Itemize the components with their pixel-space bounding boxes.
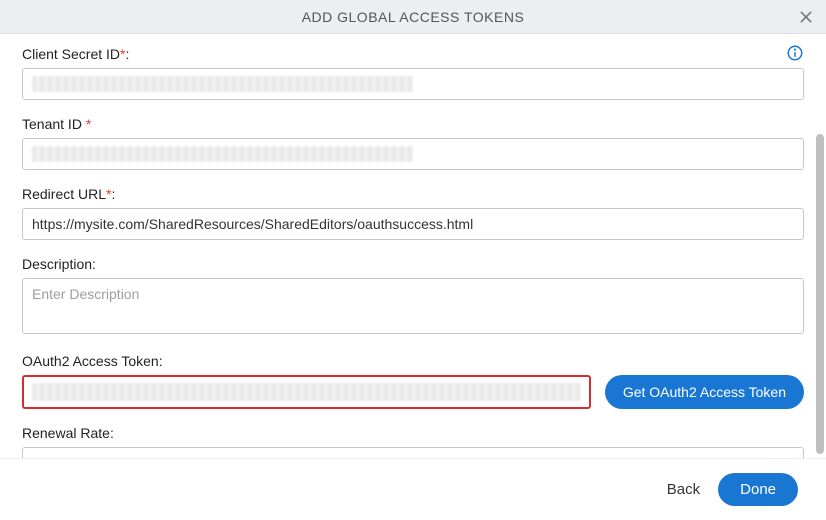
required-marker: * — [120, 46, 125, 62]
add-global-access-tokens-dialog: ADD GLOBAL ACCESS TOKENS Client Secret I… — [0, 0, 826, 520]
description-input[interactable] — [22, 278, 804, 334]
required-marker: * — [86, 116, 91, 132]
scrollbar[interactable] — [816, 134, 824, 454]
redirect-url-input[interactable] — [22, 208, 804, 240]
redacted-overlay — [32, 383, 581, 401]
field-renewal-rate: Renewal Rate: Every hour — [22, 425, 804, 458]
field-description: Description: — [22, 256, 804, 337]
get-oauth2-token-button[interactable]: Get OAuth2 Access Token — [605, 375, 804, 409]
dialog-body: Client Secret ID*: Tenant ID * Redirect … — [0, 34, 826, 458]
client-secret-label: Client Secret ID*: — [22, 46, 804, 62]
dialog-title: ADD GLOBAL ACCESS TOKENS — [0, 9, 826, 25]
renewal-rate-select[interactable]: Every hour — [22, 447, 804, 458]
oauth-token-label: OAuth2 Access Token: — [22, 353, 804, 369]
dialog-body-wrap: Client Secret ID*: Tenant ID * Redirect … — [0, 34, 826, 458]
dialog-footer: Back Done — [0, 458, 826, 520]
renewal-rate-label: Renewal Rate: — [22, 425, 804, 441]
field-oauth-token: OAuth2 Access Token: Get OAuth2 Access T… — [22, 353, 804, 409]
back-button[interactable]: Back — [667, 481, 700, 498]
field-client-secret: Client Secret ID*: — [22, 46, 804, 100]
redacted-overlay — [32, 76, 413, 92]
done-button[interactable]: Done — [718, 473, 798, 506]
required-marker: * — [106, 186, 111, 202]
dialog-header: ADD GLOBAL ACCESS TOKENS — [0, 0, 826, 34]
field-redirect-url: Redirect URL*: — [22, 186, 804, 240]
info-icon[interactable] — [786, 44, 804, 62]
tenant-id-label: Tenant ID * — [22, 116, 804, 132]
description-label: Description: — [22, 256, 804, 272]
redacted-overlay — [32, 146, 413, 162]
redirect-url-label: Redirect URL*: — [22, 186, 804, 202]
close-icon[interactable] — [794, 5, 818, 29]
field-tenant-id: Tenant ID * — [22, 116, 804, 170]
